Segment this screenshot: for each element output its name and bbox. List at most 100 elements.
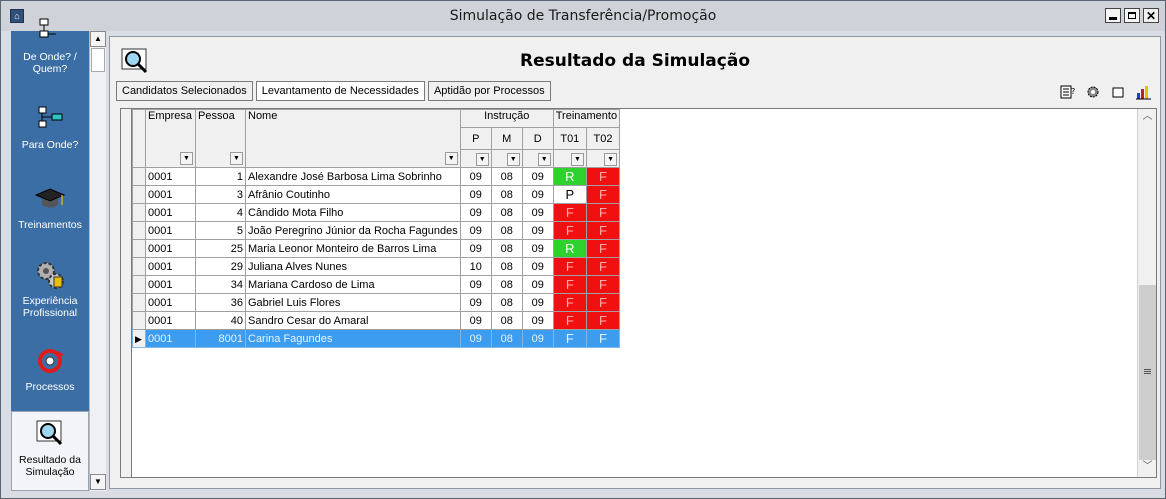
row-selector[interactable] bbox=[132, 293, 146, 312]
scroll-thumb[interactable] bbox=[1139, 285, 1156, 460]
cell-nome: Afrânio Coutinho bbox=[245, 185, 461, 204]
grid-vertical-scrollbar[interactable]: ︿ ﹀ bbox=[1137, 109, 1156, 477]
sidebar-item-label: Treinamentos bbox=[18, 219, 82, 231]
sidebar-item-para-onde[interactable]: Para Onde? bbox=[11, 97, 89, 169]
sidebar-item-resultado[interactable]: Resultado da Simulação bbox=[11, 411, 89, 491]
tab-aptidao[interactable]: Aptidão por Processos bbox=[427, 81, 551, 101]
cell-p: 09 bbox=[459, 275, 492, 294]
tab-bar: Candidatos Selecionados Levantamento de … bbox=[116, 81, 551, 101]
col-t01[interactable]: T01 bbox=[552, 127, 587, 150]
table-row[interactable]: 0001 25 Maria Leonor Monteiro de Barros … bbox=[132, 239, 621, 258]
filter-dropdown-icon[interactable]: ▼ bbox=[230, 152, 243, 165]
filter-cell: ▼ bbox=[552, 149, 587, 168]
filter-dropdown-icon[interactable]: ▼ bbox=[604, 153, 618, 166]
col-nome[interactable]: Nome ▼ bbox=[245, 109, 461, 168]
sidebar-item-label: Experiência bbox=[22, 295, 78, 307]
cell-empresa: 0001 bbox=[145, 239, 196, 258]
row-selector[interactable] bbox=[132, 239, 146, 258]
cell-t01: F bbox=[552, 203, 587, 222]
cell-pessoa: 29 bbox=[195, 257, 246, 276]
row-selector[interactable] bbox=[132, 311, 146, 330]
row-selector[interactable] bbox=[132, 275, 146, 294]
table-row[interactable]: 0001 36 Gabriel Luis Flores 09 08 09 F F bbox=[132, 293, 621, 312]
maximize-button[interactable] bbox=[1124, 8, 1140, 23]
cell-empresa: 0001 bbox=[145, 329, 196, 348]
col-pessoa[interactable]: Pessoa ▼ bbox=[195, 109, 246, 168]
col-m[interactable]: M bbox=[490, 127, 523, 150]
filter-dropdown-icon[interactable]: ▼ bbox=[444, 152, 458, 165]
tab-candidatos[interactable]: Candidatos Selecionados bbox=[116, 81, 253, 101]
cell-nome: Carina Fagundes bbox=[245, 329, 461, 348]
report-icon[interactable]: ? bbox=[1060, 85, 1077, 100]
cell-m: 08 bbox=[490, 257, 523, 276]
bar-chart-icon[interactable] bbox=[1135, 85, 1152, 100]
cell-t02: F bbox=[585, 293, 621, 312]
filter-dropdown-icon[interactable]: ▼ bbox=[180, 152, 193, 165]
table-row[interactable]: 0001 3 Afrânio Coutinho 09 08 09 P F bbox=[132, 185, 621, 204]
scroll-down-icon[interactable]: ﹀ bbox=[1139, 459, 1156, 475]
row-selector[interactable] bbox=[132, 203, 146, 222]
col-p[interactable]: P bbox=[459, 127, 492, 150]
cell-p: 10 bbox=[459, 257, 492, 276]
filter-dropdown-icon[interactable]: ▼ bbox=[506, 153, 520, 166]
settings-icon[interactable] bbox=[1085, 85, 1102, 100]
sidebar-item-label: Para Onde? bbox=[21, 139, 79, 151]
tab-levantamento[interactable]: Levantamento de Necessidades bbox=[255, 81, 425, 101]
sidebar-item-label: De Onde? / bbox=[23, 51, 77, 63]
minimize-button[interactable] bbox=[1105, 8, 1121, 23]
filter-dropdown-icon[interactable]: ▼ bbox=[475, 153, 489, 166]
row-selector[interactable]: ▶ bbox=[132, 329, 146, 348]
minimize-icon bbox=[1109, 17, 1117, 20]
cell-d: 09 bbox=[521, 185, 554, 204]
col-empresa-label: Empresa bbox=[148, 110, 193, 123]
results-table-body: 0001 1 Alexandre José Barbosa Lima Sobri… bbox=[132, 167, 621, 348]
table-row[interactable]: 0001 4 Cândido Mota Filho 09 08 09 F F bbox=[132, 203, 621, 222]
table-row[interactable]: 0001 40 Sandro Cesar do Amaral 09 08 09 … bbox=[132, 311, 621, 330]
cell-nome: Cândido Mota Filho bbox=[245, 203, 461, 222]
col-group-instrucao-label: Instrução bbox=[484, 110, 530, 123]
cell-m: 08 bbox=[490, 311, 523, 330]
scroll-up-icon[interactable]: ︿ bbox=[1139, 109, 1156, 125]
col-d[interactable]: D bbox=[521, 127, 554, 150]
sidebar-item-experiencia[interactable]: Experiência Profissional bbox=[11, 253, 89, 325]
col-pessoa-label: Pessoa bbox=[198, 110, 235, 123]
cell-m: 08 bbox=[490, 203, 523, 222]
filter-dropdown-icon[interactable]: ▼ bbox=[537, 153, 551, 166]
row-selector[interactable] bbox=[132, 185, 146, 204]
window-icon[interactable] bbox=[1110, 85, 1127, 100]
cell-t01: F bbox=[552, 257, 587, 276]
scroll-down-icon[interactable]: ▼ bbox=[90, 474, 106, 490]
row-selector[interactable] bbox=[132, 167, 146, 186]
table-row[interactable]: 0001 29 Juliana Alves Nunes 10 08 09 F F bbox=[132, 257, 621, 276]
filter-dropdown-icon[interactable]: ▼ bbox=[570, 153, 584, 166]
row-selector[interactable] bbox=[132, 257, 146, 276]
cell-nome: Juliana Alves Nunes bbox=[245, 257, 461, 276]
col-t02[interactable]: T02 bbox=[585, 127, 621, 150]
table-row[interactable]: 0001 5 João Peregrino Júnior da Rocha Fa… bbox=[132, 221, 621, 240]
sidebar-item-treinamentos[interactable]: Treinamentos bbox=[11, 177, 89, 249]
row-selector[interactable] bbox=[132, 221, 146, 240]
close-button[interactable]: ✕ bbox=[1143, 8, 1159, 23]
sidebar-item-de-onde[interactable]: De Onde? / Quem? bbox=[11, 9, 89, 81]
cell-p: 09 bbox=[459, 185, 492, 204]
data-grid: Empresa ▼ Pessoa ▼ Nome ▼ Instrução Trei… bbox=[120, 108, 1157, 478]
col-group-treinamento: Treinamento bbox=[552, 109, 621, 128]
table-row[interactable]: 0001 34 Mariana Cardoso de Lima 09 08 09… bbox=[132, 275, 621, 294]
cell-d: 09 bbox=[521, 257, 554, 276]
table-row-selected[interactable]: ▶ 0001 8001 Carina Fagundes 09 08 09 F F bbox=[132, 329, 621, 348]
sidebar-scrollbar[interactable]: ▲ ▼ bbox=[89, 31, 106, 491]
cell-m: 08 bbox=[490, 185, 523, 204]
filter-cell: ▼ bbox=[521, 149, 554, 168]
cell-empresa: 0001 bbox=[145, 203, 196, 222]
col-empresa[interactable]: Empresa ▼ bbox=[145, 109, 196, 168]
sidebar-item-processos[interactable]: Processos bbox=[11, 339, 89, 411]
cell-empresa: 0001 bbox=[145, 185, 196, 204]
scroll-up-icon[interactable]: ▲ bbox=[90, 31, 106, 47]
sidebar-item-label: Resultado da bbox=[19, 454, 81, 466]
sidebar-item-label-2: Quem? bbox=[32, 63, 68, 75]
table-row[interactable]: 0001 1 Alexandre José Barbosa Lima Sobri… bbox=[132, 167, 621, 186]
cell-d: 09 bbox=[521, 293, 554, 312]
scroll-thumb[interactable] bbox=[91, 48, 105, 72]
cell-pessoa: 1 bbox=[195, 167, 246, 186]
cell-empresa: 0001 bbox=[145, 221, 196, 240]
